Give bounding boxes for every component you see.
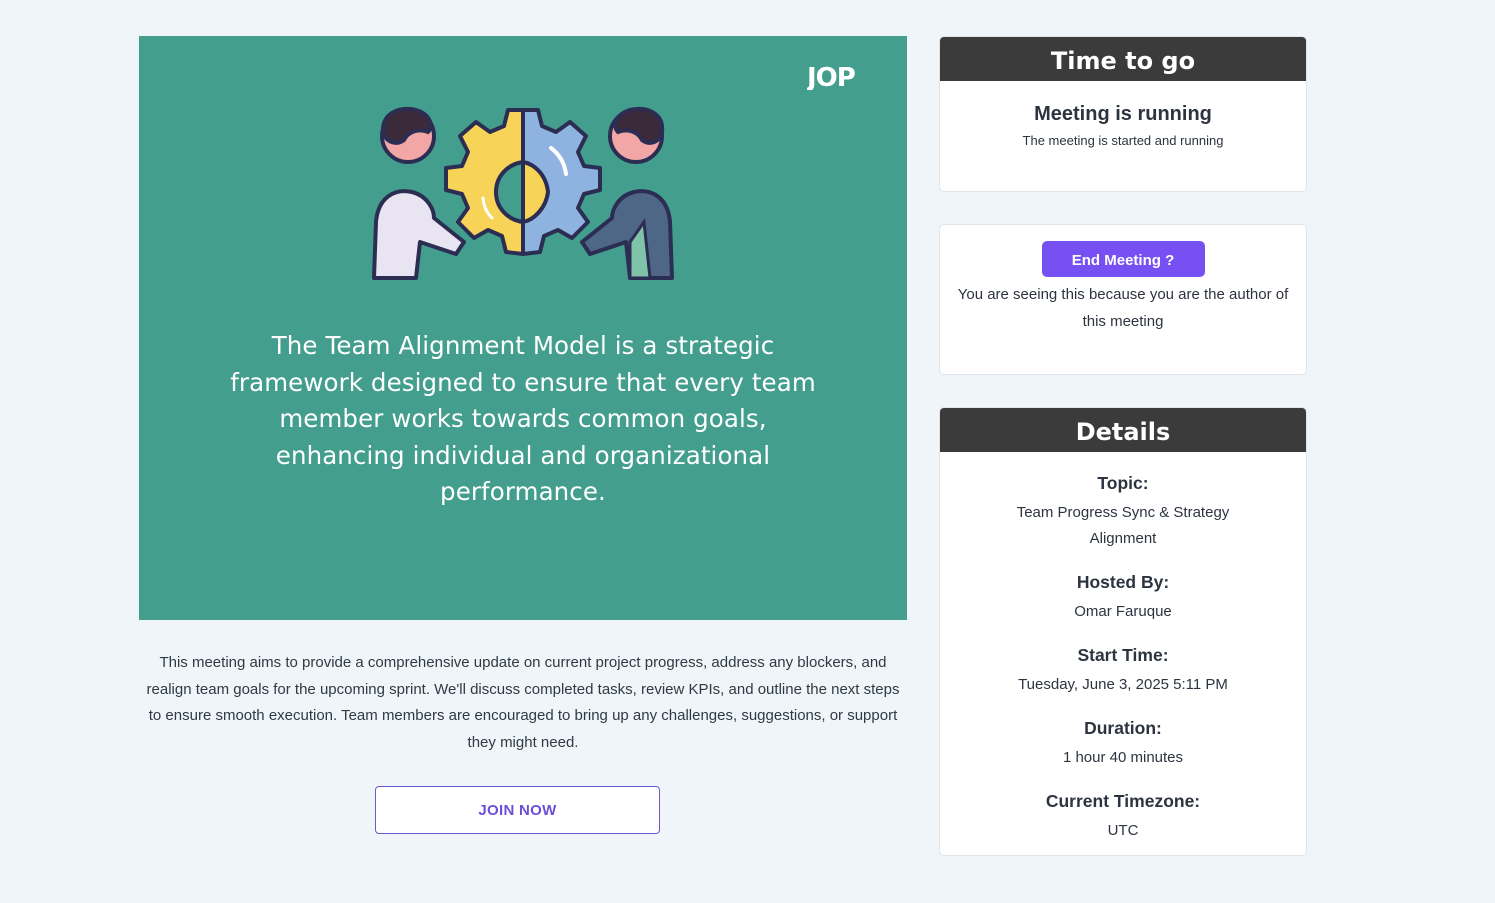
detail-timezone: Current Timezone: UTC: [940, 790, 1306, 844]
detail-value: Omar Faruque: [1074, 603, 1172, 620]
detail-duration: Duration: 1 hour 40 minutes: [940, 717, 1306, 771]
detail-value: Tuesday, June 3, 2025 5:11 PM: [1018, 676, 1228, 693]
detail-label: Current Timezone:: [1045, 791, 1201, 811]
details-card: Details Topic: Team Progress Sync & Stra…: [939, 407, 1307, 856]
meeting-banner: JOP The Team Alignment Model is a strate…: [139, 36, 907, 620]
time-to-go-card: Time to go Meeting is running The meetin…: [939, 36, 1307, 192]
end-meeting-card: End Meeting ? You are seeing this becaus…: [939, 224, 1307, 375]
detail-value: UTC: [1107, 822, 1139, 839]
svg-text:JOP: JOP: [807, 63, 855, 90]
join-now-button[interactable]: JOIN NOW: [375, 786, 660, 834]
detail-label: Topic:: [1097, 473, 1149, 493]
end-meeting-button[interactable]: End Meeting ?: [1041, 241, 1205, 277]
detail-label: Hosted By:: [1076, 572, 1170, 592]
meeting-description: This meeting aims to provide a comprehen…: [146, 654, 900, 751]
banner-description: The Team Alignment Model is a strategic …: [230, 331, 816, 506]
detail-value: Team Progress Sync & Strategy Alignment: [1016, 504, 1230, 547]
detail-label: Duration:: [1084, 718, 1162, 738]
details-header: Details: [940, 408, 1306, 452]
detail-value: 1 hour 40 minutes: [1062, 749, 1184, 766]
meeting-status-subtitle: The meeting is started and running: [1022, 133, 1224, 148]
detail-topic: Topic: Team Progress Sync & Strategy Ali…: [940, 472, 1306, 552]
detail-start-time: Start Time: Tuesday, June 3, 2025 5:11 P…: [940, 644, 1306, 698]
detail-label: Start Time:: [1077, 645, 1169, 665]
jop-logo-icon: JOP: [807, 63, 856, 90]
detail-host: Hosted By: Omar Faruque: [940, 571, 1306, 625]
team-gear-illustration-icon: [372, 107, 674, 280]
time-to-go-header: Time to go: [940, 37, 1306, 81]
author-note: You are seeing this because you are the …: [957, 286, 1289, 330]
meeting-status-title: Meeting is running: [1034, 103, 1212, 125]
